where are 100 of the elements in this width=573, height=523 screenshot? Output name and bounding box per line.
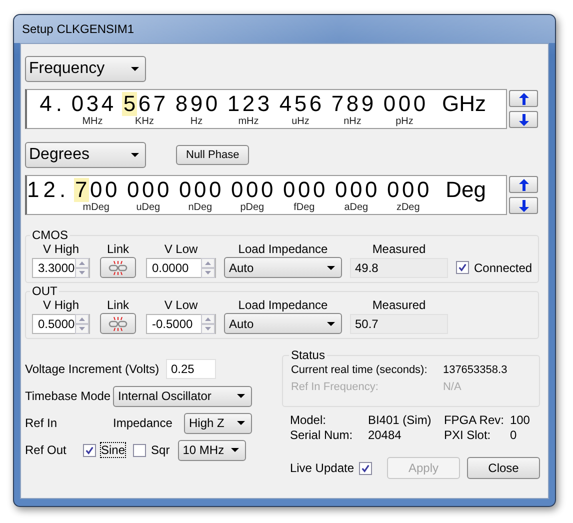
field-label: Link: [106, 298, 130, 312]
digit[interactable]: 0: [140, 178, 156, 202]
digit[interactable]: 0: [156, 178, 171, 202]
field-label: Impedance: [113, 416, 174, 430]
field-label: Measured: [371, 298, 427, 312]
waveform-checkbox[interactable]: Sqr: [133, 443, 170, 457]
digit[interactable]: 3: [85, 92, 100, 116]
digit[interactable]: 0: [334, 178, 349, 202]
status-value: N/A: [442, 380, 462, 395]
info-value: 100: [510, 413, 531, 428]
digit[interactable]: 0: [348, 178, 364, 202]
digit[interactable]: 0: [178, 178, 193, 202]
digit[interactable]: 0: [192, 178, 208, 202]
digit[interactable]: 5: [293, 92, 308, 116]
unit-label: KHz: [135, 116, 154, 127]
unit-label: pHz: [396, 116, 414, 127]
digit[interactable]: 0: [208, 178, 223, 202]
v-high-spinbox[interactable]: 3.3000: [32, 258, 90, 278]
digit[interactable]: 6: [137, 92, 152, 116]
digit[interactable]: 0: [364, 178, 379, 202]
digit[interactable]: 3: [256, 92, 271, 116]
digit[interactable]: 7: [152, 92, 167, 116]
status-value: 137653358.3: [442, 363, 508, 378]
unit-label: mDeg: [82, 202, 110, 213]
field-label: V Low: [163, 242, 199, 256]
digit[interactable]: 0: [312, 178, 327, 202]
unit-label: zDeg: [396, 202, 420, 213]
digit[interactable]: 0: [296, 178, 312, 202]
field-label: Link: [106, 242, 130, 256]
null-phase-button[interactable]: Null Phase: [176, 145, 250, 165]
digit[interactable]: 0: [386, 178, 401, 202]
digit[interactable]: 9: [360, 92, 375, 116]
digit[interactable]: 0: [282, 178, 297, 202]
impedance-dropdown[interactable]: High Z: [184, 412, 252, 434]
digit[interactable]: 0: [416, 178, 431, 202]
load-impedance-dropdown[interactable]: Auto: [224, 257, 342, 278]
unit-label: fDeg: [294, 202, 315, 213]
digit[interactable]: 8: [174, 92, 189, 116]
digit[interactable]: 6: [308, 92, 323, 116]
v-high-spinbox[interactable]: 0.5000: [32, 314, 90, 334]
unit-suffix: GHz: [442, 92, 486, 116]
unit-label: mHz: [238, 116, 259, 127]
digit[interactable]: 7: [330, 92, 345, 116]
dialog-button[interactable]: Close: [467, 457, 540, 479]
live-update-checkbox[interactable]: Live Update: [290, 461, 372, 475]
unit-suffix: Deg: [446, 178, 486, 202]
unit-label: Hz: [190, 116, 203, 127]
digit[interactable]: 0: [412, 92, 427, 116]
mode-dropdown[interactable]: Degrees: [25, 142, 146, 168]
digit[interactable]: 0: [397, 92, 412, 116]
field-label: V Low: [163, 298, 199, 312]
info-label: Serial Num:: [290, 428, 354, 443]
info-value: BI401 (Sim): [368, 413, 432, 428]
digit[interactable]: 0: [230, 178, 245, 202]
field-label: Voltage Increment (Volts): [25, 362, 160, 376]
digit[interactable]: 2: [241, 92, 256, 116]
unit-label: uHz: [292, 116, 310, 127]
measured-field: 49.8: [350, 258, 448, 278]
display-digits: 4.: [40, 92, 66, 116]
load-impedance-dropdown[interactable]: Auto: [224, 313, 342, 334]
digit[interactable]: 4: [278, 92, 293, 116]
digit[interactable]: 8: [345, 92, 360, 116]
info-value: 0: [510, 428, 518, 443]
digit[interactable]: 5: [122, 92, 137, 116]
digit[interactable]: 0: [126, 178, 141, 202]
unit-label: MHz: [82, 116, 103, 127]
mode-dropdown[interactable]: Frequency: [25, 56, 146, 82]
status-label: Current real time (seconds):: [290, 363, 428, 378]
waveform-checkbox[interactable]: Sine: [83, 443, 126, 457]
v-low-spinbox[interactable]: 0.0000: [146, 258, 216, 278]
field-label: Timebase Mode: [25, 389, 112, 403]
digit[interactable]: 0: [260, 178, 275, 202]
v-low-spinbox[interactable]: -0.5000: [146, 314, 216, 334]
digit[interactable]: 0: [204, 92, 219, 116]
ref-out-frequency-dropdown[interactable]: 10 MHz: [178, 440, 246, 460]
display-digits: 12.: [27, 178, 70, 202]
field-label: Ref Out: [25, 443, 68, 457]
connected-checkbox[interactable]: Connected: [456, 260, 532, 274]
unit-label: pDeg: [240, 202, 264, 213]
digit[interactable]: 0: [88, 178, 104, 202]
field-label: V High: [42, 298, 80, 312]
digit[interactable]: 0: [400, 178, 416, 202]
digit[interactable]: 0: [382, 92, 397, 116]
group-title: CMOS: [31, 228, 69, 242]
digit[interactable]: 7: [74, 178, 89, 202]
digit[interactable]: 4: [100, 92, 115, 116]
digit[interactable]: 0: [244, 178, 260, 202]
timebase-dropdown[interactable]: Internal Oscillator: [113, 386, 252, 406]
digit[interactable]: 0: [70, 92, 85, 116]
voltage-increment-field[interactable]: 0.25: [166, 359, 216, 379]
info-label: PXI Slot:: [444, 428, 492, 443]
digit[interactable]: 9: [189, 92, 204, 116]
unit-label: uDeg: [136, 202, 160, 213]
unit-label: nDeg: [188, 202, 212, 213]
digit[interactable]: 0: [104, 178, 119, 202]
group-title: Status: [290, 348, 326, 362]
group-title: OUT: [31, 284, 58, 298]
digit[interactable]: 1: [226, 92, 241, 116]
measured-field: 50.7: [350, 314, 448, 334]
info-value: 20484: [368, 428, 402, 443]
